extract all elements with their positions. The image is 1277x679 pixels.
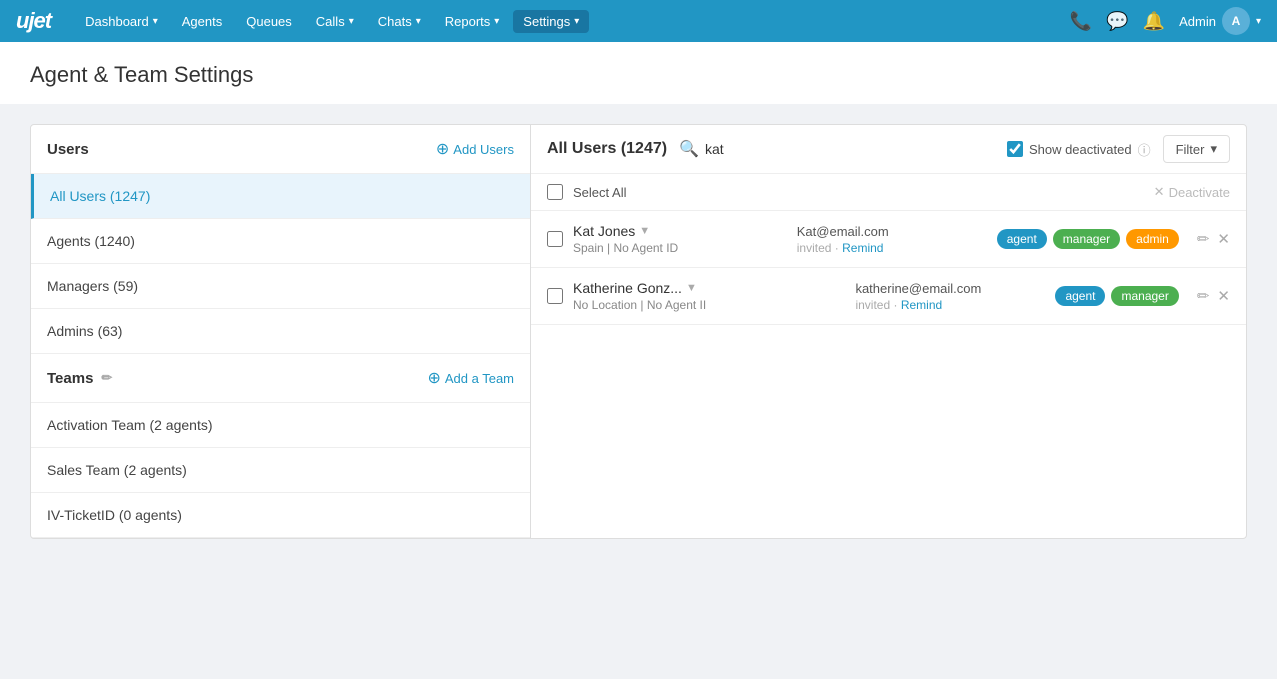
search-input[interactable] bbox=[705, 141, 785, 157]
chevron-icon: ▾ bbox=[153, 16, 158, 27]
all-users-title: All Users (1247) bbox=[547, 140, 667, 158]
sidebar-item-iv-ticketid[interactable]: IV-TicketID (0 agents) bbox=[31, 493, 530, 538]
nav-calls[interactable]: Calls ▾ bbox=[306, 10, 364, 33]
phone-icon[interactable]: 📞 bbox=[1070, 11, 1092, 32]
filter-button[interactable]: Filter ▾ bbox=[1163, 135, 1230, 163]
logo: ujet bbox=[16, 8, 51, 34]
edit-icon[interactable]: ✏ bbox=[1197, 287, 1210, 305]
filter-label: Filter bbox=[1176, 142, 1205, 157]
sidebar-item-activation-team[interactable]: Activation Team (2 agents) bbox=[31, 403, 530, 448]
user-checkbox[interactable] bbox=[547, 231, 563, 247]
remind-link[interactable]: Remind bbox=[842, 241, 883, 255]
nav-right: 📞 💬 🔔 Admin A ▾ bbox=[1070, 7, 1261, 35]
user-email: Kat@email.com bbox=[797, 224, 987, 239]
show-deactivated-label: Show deactivated bbox=[1029, 142, 1132, 157]
user-name-text: Katherine Gonz... bbox=[573, 280, 682, 296]
chevron-icon: ▾ bbox=[416, 16, 421, 27]
avatar: A bbox=[1222, 7, 1250, 35]
info-icon[interactable]: ⓘ bbox=[1138, 140, 1151, 159]
close-icon[interactable]: ✕ bbox=[1217, 230, 1230, 248]
sidebar-item-all-users[interactable]: All Users (1247) bbox=[31, 174, 530, 219]
user-status: invited · Remind bbox=[855, 298, 1045, 312]
user-info: Kat Jones ▼ Spain | No Agent ID bbox=[573, 223, 787, 255]
nav-settings[interactable]: Settings ▾ bbox=[513, 10, 589, 33]
right-panel-header: All Users (1247) 🔍 Show deactivated ⓘ Fi… bbox=[531, 125, 1246, 174]
plus-icon: ⊕ bbox=[427, 368, 440, 388]
deactivate-button: ✕ Deactivate bbox=[1154, 184, 1230, 200]
page-title: Agent & Team Settings bbox=[0, 42, 1277, 104]
sidebar-item-sales-team[interactable]: Sales Team (2 agents) bbox=[31, 448, 530, 493]
manager-tag: manager bbox=[1111, 286, 1178, 306]
user-actions: ✏ ✕ bbox=[1197, 287, 1230, 305]
sidebar-item-admins[interactable]: Admins (63) bbox=[31, 309, 530, 354]
user-email-col: Kat@email.com invited · Remind bbox=[797, 224, 987, 255]
user-name-text: Kat Jones bbox=[573, 223, 635, 239]
nav-chats[interactable]: Chats ▾ bbox=[368, 10, 431, 33]
table-row: Katherine Gonz... ▼ No Location | No Age… bbox=[531, 268, 1246, 325]
teams-header: Teams ✏ ⊕ Add a Team bbox=[31, 354, 530, 403]
x-icon: ✕ bbox=[1154, 184, 1165, 200]
users-header: Users ⊕ Add Users bbox=[31, 125, 530, 174]
right-panel: All Users (1247) 🔍 Show deactivated ⓘ Fi… bbox=[531, 125, 1246, 538]
sidebar-item-agents[interactable]: Agents (1240) bbox=[31, 219, 530, 264]
search-box: 🔍 bbox=[679, 139, 785, 159]
search-icon: 🔍 bbox=[679, 139, 699, 159]
chevron-icon: ▾ bbox=[574, 16, 579, 27]
main-panel: Users ⊕ Add Users All Users (1247) Agent… bbox=[30, 124, 1247, 539]
show-deactivated-checkbox[interactable] bbox=[1007, 141, 1023, 157]
add-team-button[interactable]: ⊕ Add a Team bbox=[427, 368, 514, 388]
chat-icon[interactable]: 💬 bbox=[1106, 11, 1128, 32]
user-tags: agent manager bbox=[1055, 286, 1178, 306]
edit-icon[interactable]: ✏ bbox=[101, 370, 112, 386]
chevron-down-icon[interactable]: ▼ bbox=[639, 225, 650, 237]
user-status: invited · Remind bbox=[797, 241, 987, 255]
nav-dashboard[interactable]: Dashboard ▾ bbox=[75, 10, 168, 33]
chevron-down-icon: ▾ bbox=[1256, 16, 1261, 27]
manager-tag: manager bbox=[1053, 229, 1120, 249]
navbar: ujet Dashboard ▾ Agents Queues Calls ▾ C… bbox=[0, 0, 1277, 42]
add-users-button[interactable]: ⊕ Add Users bbox=[436, 139, 514, 159]
chevron-icon: ▾ bbox=[494, 16, 499, 27]
user-info: Katherine Gonz... ▼ No Location | No Age… bbox=[573, 280, 845, 312]
nav-agents[interactable]: Agents bbox=[172, 10, 232, 33]
user-email-col: katherine@email.com invited · Remind bbox=[855, 281, 1045, 312]
select-all-row: Select All ✕ Deactivate bbox=[531, 174, 1246, 211]
edit-icon[interactable]: ✏ bbox=[1197, 230, 1210, 248]
plus-icon: ⊕ bbox=[436, 139, 449, 159]
close-icon[interactable]: ✕ bbox=[1217, 287, 1230, 305]
user-actions: ✏ ✕ bbox=[1197, 230, 1230, 248]
user-email: katherine@email.com bbox=[855, 281, 1045, 296]
users-title: Users bbox=[47, 141, 89, 158]
select-all-label: Select All bbox=[573, 185, 626, 200]
user-tags: agent manager admin bbox=[997, 229, 1179, 249]
nav-queues[interactable]: Queues bbox=[236, 10, 302, 33]
teams-title: Teams bbox=[47, 370, 93, 387]
user-checkbox[interactable] bbox=[547, 288, 563, 304]
agent-tag: agent bbox=[1055, 286, 1105, 306]
select-all-checkbox[interactable] bbox=[547, 184, 563, 200]
left-panel: Users ⊕ Add Users All Users (1247) Agent… bbox=[31, 125, 531, 538]
admin-tag: admin bbox=[1126, 229, 1179, 249]
agent-tag: agent bbox=[997, 229, 1047, 249]
nav-reports[interactable]: Reports ▾ bbox=[435, 10, 510, 33]
remind-link[interactable]: Remind bbox=[901, 298, 942, 312]
show-deactivated-toggle: Show deactivated ⓘ bbox=[1007, 140, 1151, 159]
bell-icon[interactable]: 🔔 bbox=[1143, 11, 1165, 32]
chevron-down-icon: ▾ bbox=[1210, 141, 1217, 157]
sidebar-item-managers[interactable]: Managers (59) bbox=[31, 264, 530, 309]
table-row: Kat Jones ▼ Spain | No Agent ID Kat@emai… bbox=[531, 211, 1246, 268]
admin-menu[interactable]: Admin A ▾ bbox=[1179, 7, 1261, 35]
chevron-down-icon[interactable]: ▼ bbox=[686, 282, 697, 294]
chevron-icon: ▾ bbox=[349, 16, 354, 27]
main-content: Users ⊕ Add Users All Users (1247) Agent… bbox=[0, 104, 1277, 559]
